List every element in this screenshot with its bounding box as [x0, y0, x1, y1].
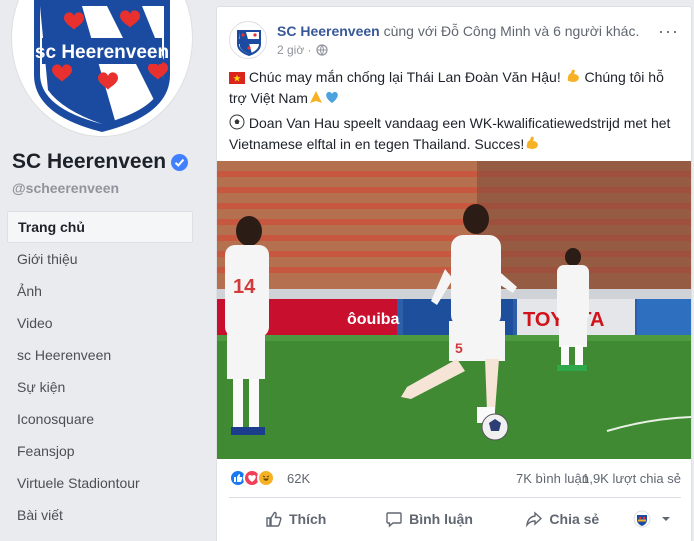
post-options-icon[interactable]: ···	[658, 21, 679, 42]
chevron-down-icon	[661, 517, 670, 521]
share-button-label: Chia sẻ	[549, 511, 600, 527]
vietnam-flag-icon	[229, 72, 245, 84]
post-meta: 2 giờ ·	[277, 43, 328, 57]
nav-item-sc-heerenveen[interactable]: sc Heerenveen	[7, 339, 193, 371]
soccer-ball-icon	[229, 114, 245, 130]
blue-heart-icon	[326, 91, 338, 103]
post-text-nl: Doan Van Hau speelt vandaag een WK-kwali…	[229, 115, 671, 152]
haha-reaction-icon	[257, 469, 275, 487]
like-button-label: Thích	[288, 511, 327, 527]
logo-wordmark: sc Heerenveen	[35, 42, 169, 63]
page-avatar-small-icon	[633, 510, 651, 528]
post-author-line: SC Heerenveen cùng với Đỗ Công Minh và 6…	[277, 23, 639, 39]
comment-icon	[386, 512, 402, 528]
nav-item-videos[interactable]: Video	[7, 307, 193, 339]
post-author-link[interactable]: SC Heerenveen	[277, 23, 380, 39]
page-title-text[interactable]: SC Heerenveen	[12, 150, 166, 174]
feed-post: SC Heerenveen cùng với Đỗ Công Minh và 6…	[216, 6, 692, 541]
folded-hands-icon	[309, 91, 322, 103]
comment-count[interactable]: 7K bình luận	[516, 471, 589, 486]
reaction-icons[interactable]	[229, 469, 275, 489]
flexed-biceps-icon	[567, 69, 579, 82]
page-sidebar: sc Heerenveen SC Heerenveen @scheerenvee…	[0, 0, 204, 541]
share-count[interactable]: 1,9K lượt chia sẻ	[582, 471, 681, 486]
svg-text:14: 14	[233, 276, 256, 298]
post-header: SC Heerenveen cùng với Đỗ Công Minh và 6…	[229, 19, 681, 63]
share-icon	[526, 511, 543, 528]
page-title[interactable]: SC Heerenveen	[12, 150, 189, 174]
comment-button-label: Bình luận	[409, 511, 473, 527]
nav-item-home[interactable]: Trang chủ	[7, 211, 193, 243]
author-avatar[interactable]	[229, 21, 267, 59]
nav-item-photos[interactable]: Ảnh	[7, 275, 193, 307]
nav-item-posts[interactable]: Bài viết	[7, 499, 193, 531]
post-text-dutch: Doan Van Hau speelt vandaag een WK-kwali…	[229, 113, 681, 155]
globe-icon	[315, 44, 328, 56]
post-as-selector[interactable]	[629, 503, 681, 535]
page-nav: Trang chủ Giới thiệu Ảnh Video sc Heeren…	[7, 211, 193, 531]
football-match-photo: ôouiba TOYOTA 14	[217, 161, 691, 459]
heerenveen-logo: sc Heerenveen	[34, 0, 170, 132]
svg-text:5: 5	[455, 340, 463, 356]
nav-item-stadium-tour[interactable]: Virtuele Stadiontour	[7, 467, 193, 499]
nav-item-feansjop[interactable]: Feansjop	[7, 435, 193, 467]
page-profile-picture[interactable]: sc Heerenveen	[12, 0, 192, 136]
comment-button[interactable]: Bình luận	[362, 503, 495, 535]
post-text-vn-part1: Chúc may mắn chống lại Thái Lan Đoàn Văn…	[245, 69, 565, 85]
reaction-count[interactable]: 62K	[287, 471, 310, 486]
post-actions: Thích Bình luận Chia sẻ	[229, 503, 681, 535]
reactions-bar: 62K 7K bình luận 1,9K lượt chia sẻ	[229, 469, 681, 489]
heerenveen-logo-small-icon	[237, 30, 261, 56]
post-photo[interactable]: ôouiba TOYOTA 14	[217, 161, 691, 459]
actions-divider	[229, 497, 681, 498]
nav-item-events[interactable]: Sự kiện	[7, 371, 193, 403]
share-button[interactable]: Chia sẻ	[496, 503, 629, 535]
nav-item-iconosquare[interactable]: Iconosquare	[7, 403, 193, 435]
verified-badge-icon	[171, 153, 189, 171]
nav-item-about[interactable]: Giới thiệu	[7, 243, 193, 275]
thumbs-up-icon	[266, 511, 282, 527]
photo-banner-text-1: ôouiba	[347, 311, 400, 328]
tagged-people[interactable]: cùng với Đỗ Công Minh và 6 người khác.	[380, 23, 640, 39]
post-timestamp[interactable]: 2 giờ ·	[277, 43, 312, 57]
page-username[interactable]: @scheerenveen	[12, 180, 119, 196]
flexed-biceps-icon	[527, 136, 539, 149]
like-button[interactable]: Thích	[229, 503, 362, 535]
post-text-vietnamese: Chúc may mắn chống lại Thái Lan Đoàn Văn…	[229, 67, 681, 109]
